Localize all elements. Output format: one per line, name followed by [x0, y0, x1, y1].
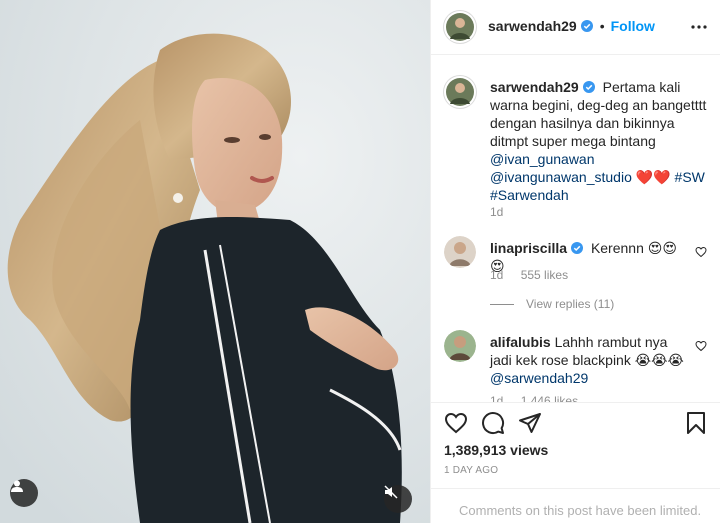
header-username[interactable]: sarwendah29 [488, 18, 577, 34]
post-side-panel: sarwendah29 • Follow sarwendah29 Pertama… [430, 0, 720, 523]
caption-avatar[interactable] [444, 76, 476, 108]
heart-icon[interactable] [695, 340, 707, 352]
paper-plane-icon[interactable] [518, 411, 542, 435]
replies-line [490, 303, 514, 305]
verified-badge-icon [571, 242, 584, 254]
mention-link[interactable]: @sarwendah29 [490, 370, 588, 386]
comment-username[interactable]: linapriscilla [490, 240, 567, 256]
header-separator: • [599, 18, 605, 34]
user-tag-icon [11, 480, 23, 492]
bookmark-icon[interactable] [684, 411, 708, 435]
comments-list[interactable]: sarwendah29 Pertama kali warna begini, d… [431, 56, 720, 402]
tag-people-button[interactable] [10, 479, 38, 507]
caption-username[interactable]: sarwendah29 [490, 79, 579, 95]
comment-likes[interactable]: 555 likes [521, 268, 568, 282]
comment-avatar[interactable] [444, 236, 476, 268]
caption-time[interactable]: 1d [490, 205, 503, 219]
view-replies-button[interactable]: View replies (11) [490, 297, 614, 311]
heart-icon[interactable] [695, 246, 707, 258]
mention-link[interactable]: @ivan_gunawan [490, 151, 595, 167]
post-caption: sarwendah29 Pertama kali warna begini, d… [490, 78, 712, 204]
post-photo [0, 0, 430, 523]
comment-time[interactable]: 1d [490, 394, 503, 402]
action-bar [431, 402, 720, 442]
comment: alifalubis Lahhh rambut nya jadi kek ros… [490, 333, 686, 387]
hearts-emoji: ❤️❤️ [635, 169, 671, 185]
mute-button[interactable] [384, 485, 412, 513]
comment-meta: 1d 1,446 likes [490, 394, 592, 402]
post-header: sarwendah29 • Follow [431, 0, 720, 55]
hashtag-link[interactable]: #SW [675, 169, 705, 185]
header-user: sarwendah29 • Follow [488, 18, 655, 34]
comment-likes[interactable]: 1,446 likes [521, 394, 578, 402]
view-replies-label: View replies (11) [526, 297, 615, 311]
post-media[interactable] [0, 0, 430, 523]
post-date[interactable]: 1 DAY AGO [444, 465, 498, 476]
heart-icon[interactable] [444, 411, 468, 435]
comment-username[interactable]: alifalubis [490, 334, 551, 350]
avatar[interactable] [444, 11, 476, 43]
comment-bubble-icon[interactable] [481, 411, 505, 435]
verified-badge-icon [582, 81, 595, 93]
speaker-muted-icon [384, 485, 398, 499]
follow-button[interactable]: Follow [611, 18, 655, 34]
hashtag-link[interactable]: #Sarwendah [490, 187, 569, 203]
views-count[interactable]: 1,389,913 views [444, 442, 548, 458]
mention-link[interactable]: @ivangunawan_studio [490, 169, 632, 185]
comment-meta: 1d 555 likes [490, 268, 582, 282]
comments-limited-notice: Comments on this post have been limited. [431, 488, 720, 523]
comment-avatar[interactable] [444, 330, 476, 362]
verified-badge-icon [580, 20, 593, 32]
comment-time[interactable]: 1d [490, 268, 503, 282]
more-horizontal-icon[interactable] [691, 19, 707, 35]
